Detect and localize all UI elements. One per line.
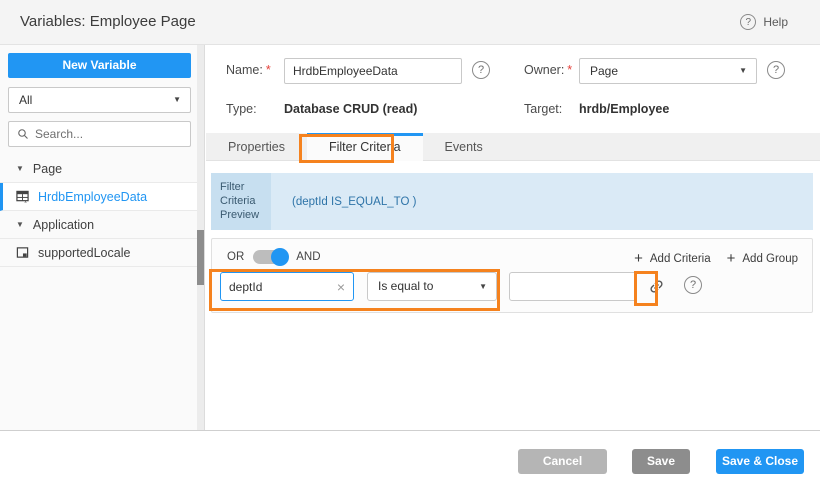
add-criteria-button[interactable]: + Add Criteria [634, 250, 710, 267]
tree-group-label: Page [33, 162, 62, 176]
and-label: AND [296, 251, 320, 263]
filter-criteria-editor: OR AND + Add Criteria + Add Group × [211, 238, 813, 313]
search-input[interactable] [35, 127, 175, 141]
dialog-footer: Cancel Save Save & Close [0, 430, 820, 490]
required-marker: * [266, 63, 271, 77]
tree-item-label: supportedLocale [38, 246, 130, 260]
preview-label: Filter Criteria Preview [211, 173, 271, 230]
target-label: Target: [524, 102, 562, 116]
add-actions: + Add Criteria + Add Group [634, 250, 798, 267]
tree-item-supportedlocale[interactable]: supportedLocale [0, 239, 197, 267]
add-criteria-label: Add Criteria [650, 253, 711, 265]
tree-group-page[interactable]: ▼ Page [0, 155, 197, 183]
link-icon [644, 274, 668, 298]
page-title: Variables: Employee Page [20, 13, 196, 30]
chevron-down-icon: ▼ [173, 88, 181, 112]
variable-filter-value: All [19, 93, 32, 107]
help-label: Help [763, 15, 788, 29]
criteria-field-box: × [220, 272, 354, 301]
criteria-field-input[interactable] [229, 280, 337, 294]
detail-tabbar: Properties Filter Criteria Events [206, 133, 820, 161]
owner-label: Owner:* [524, 63, 572, 77]
variable-search-box[interactable] [8, 121, 191, 147]
tree-group-application[interactable]: ▼ Application [0, 211, 197, 239]
name-field[interactable] [284, 58, 462, 84]
variable-filter-dropdown[interactable]: All ▼ [8, 87, 191, 113]
add-group-button[interactable]: + Add Group [727, 250, 798, 267]
criteria-help-icon[interactable]: ? [684, 276, 702, 294]
new-variable-button[interactable]: New Variable [8, 53, 191, 78]
dialog-header: Variables: Employee Page ? Help [0, 0, 820, 45]
variables-sidebar: New Variable All ▼ ▼ Page [0, 45, 205, 430]
toggle-knob [271, 248, 289, 266]
required-marker: * [567, 63, 572, 77]
target-value: hrdb/Employee [579, 102, 669, 116]
chevron-down-icon: ▼ [479, 273, 487, 300]
variables-tree: ▼ Page x HrdbEmployeeData ▼ Application [0, 155, 197, 267]
help-icon: ? [740, 14, 756, 30]
logic-toggle-row: OR AND [227, 250, 321, 264]
plus-icon: + [727, 250, 736, 267]
sidebar-scrollbar-track [197, 45, 204, 430]
expander-icon[interactable]: ▼ [16, 220, 24, 229]
or-and-toggle[interactable] [253, 250, 287, 264]
name-help-icon[interactable]: ? [472, 61, 490, 79]
save-button[interactable]: Save [632, 449, 690, 474]
add-group-label: Add Group [742, 253, 798, 265]
chevron-down-icon: ▼ [739, 59, 747, 83]
tree-item-label: HrdbEmployeeData [38, 190, 147, 204]
database-variable-icon: x [16, 190, 29, 203]
expander-icon[interactable]: ▼ [16, 164, 24, 173]
filter-criteria-preview: Filter Criteria Preview (deptId IS_EQUAL… [211, 173, 813, 230]
locale-variable-icon [16, 246, 29, 259]
tree-item-hrdbemployeedata[interactable]: x HrdbEmployeeData [0, 183, 197, 211]
tab-filter-criteria[interactable]: Filter Criteria [307, 133, 423, 161]
owner-value: Page [590, 64, 618, 78]
type-label: Type: [226, 102, 257, 116]
sidebar-scrollbar-thumb[interactable] [197, 230, 204, 285]
or-label: OR [227, 251, 244, 263]
owner-dropdown[interactable]: Page ▼ [579, 58, 757, 84]
variables-dialog: Variables: Employee Page ? Help New Vari… [0, 0, 820, 490]
criteria-value-input[interactable] [509, 272, 637, 301]
save-and-close-button[interactable]: Save & Close [716, 449, 804, 474]
tab-events[interactable]: Events [423, 133, 505, 161]
variable-detail-panel: Name:* ? Owner:* Page ▼ ? Type: Database… [206, 45, 820, 430]
help-button[interactable]: ? Help [740, 14, 788, 30]
preview-expression: (deptId IS_EQUAL_TO ) [271, 173, 813, 230]
cancel-button[interactable]: Cancel [518, 449, 607, 474]
criteria-operator-value: Is equal to [378, 279, 433, 293]
plus-icon: + [634, 250, 643, 267]
search-icon [17, 128, 29, 140]
criteria-operator-dropdown[interactable]: Is equal to ▼ [367, 272, 497, 301]
tree-group-label: Application [33, 218, 94, 232]
owner-help-icon[interactable]: ? [767, 61, 785, 79]
name-label: Name:* [226, 63, 271, 77]
clear-icon[interactable]: × [337, 280, 345, 294]
type-value: Database CRUD (read) [284, 102, 417, 116]
tab-properties[interactable]: Properties [206, 133, 307, 161]
bind-value-button[interactable] [645, 275, 667, 297]
